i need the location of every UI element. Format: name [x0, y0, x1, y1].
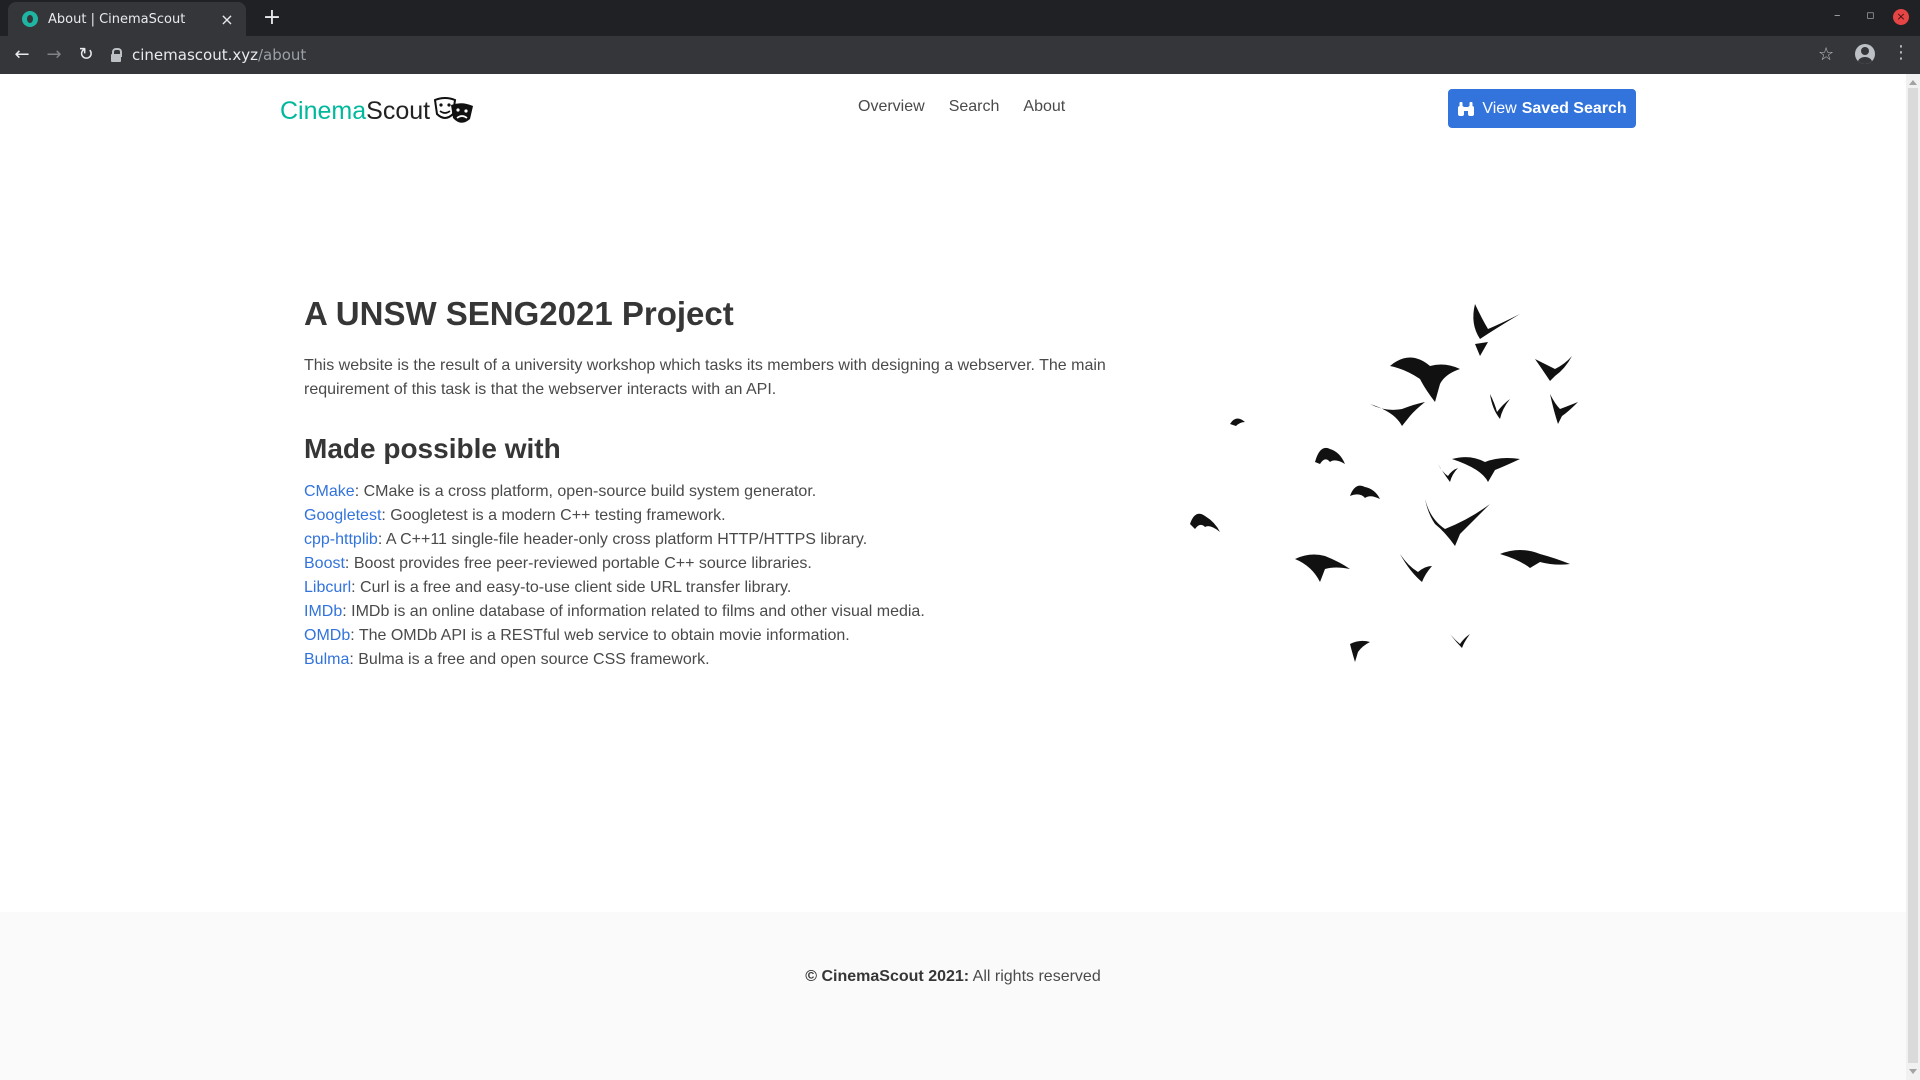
reload-icon[interactable]: ↻: [74, 44, 98, 65]
intro-paragraph: This website is the result of a universi…: [304, 357, 1106, 398]
footer-copyright: © CinemaScout 2021:: [805, 968, 970, 985]
url-path: /about: [257, 46, 307, 64]
library-desc: : CMake is a cross platform, open-source…: [354, 483, 817, 500]
brand-name-cinema: Cinema: [280, 96, 367, 125]
page-scrollbar[interactable]: [1906, 74, 1920, 1080]
plus-icon[interactable]: +: [260, 5, 284, 30]
list-item: Boost: Boost provides free peer-reviewed…: [304, 552, 1124, 576]
library-desc: : Googletest is a modern C++ testing fra…: [381, 507, 726, 524]
site-footer: © CinemaScout 2021: All rights reserved: [0, 912, 1906, 1080]
library-list: CMake: CMake is a cross platform, open-s…: [304, 480, 1124, 672]
theater-masks-icon: [433, 97, 474, 123]
library-link-googletest[interactable]: Googletest: [304, 507, 381, 524]
scroll-up-icon[interactable]: [1909, 80, 1917, 85]
list-item: OMDb: The OMDb API is a RESTful web serv…: [304, 624, 1124, 648]
library-desc: : IMDb is an online database of informat…: [342, 603, 925, 620]
list-item: cpp-httplib: A C++11 single-file header-…: [304, 528, 1124, 552]
browser-tab-strip: About | CinemaScout × + – ▫ ×: [0, 0, 1920, 36]
star-icon[interactable]: ☆: [1818, 44, 1834, 65]
nav-overview[interactable]: Overview: [858, 98, 925, 116]
url-host: cinemascout.xyz: [132, 46, 258, 64]
minimize-icon[interactable]: –: [1834, 8, 1841, 23]
list-item: Libcurl: Curl is a free and easy-to-use …: [304, 576, 1124, 600]
favicon-icon: [22, 11, 38, 27]
page-title: A UNSW SENG2021 Project: [304, 295, 734, 332]
brand-logo[interactable]: Cinema Scout: [280, 96, 475, 126]
list-item: CMake: CMake is a cross platform, open-s…: [304, 480, 1124, 504]
view-saved-search-button[interactable]: View Saved Search: [1448, 89, 1636, 128]
library-desc: : A C++11 single-file header-only cross …: [377, 531, 868, 548]
browser-tab-active[interactable]: About | CinemaScout ×: [8, 2, 246, 36]
nav-about[interactable]: About: [1023, 98, 1065, 116]
scroll-thumb[interactable]: [1908, 88, 1918, 1063]
page-viewport: Cinema Scout Overview Search About View …: [0, 74, 1906, 1080]
library-link-omdb[interactable]: OMDb: [304, 627, 350, 644]
birds-illustration: [1190, 304, 1578, 662]
library-link-cmake[interactable]: CMake: [304, 483, 355, 500]
window-close-icon[interactable]: ×: [1893, 9, 1909, 25]
nav-search[interactable]: Search: [949, 98, 1000, 116]
close-icon[interactable]: ×: [218, 10, 236, 29]
tab-title: About | CinemaScout: [48, 11, 186, 27]
binoculars-icon: [1458, 101, 1475, 116]
forward-icon[interactable]: →: [42, 44, 66, 65]
library-desc: : Boost provides free peer-reviewed port…: [344, 555, 812, 572]
lock-icon: [110, 48, 122, 62]
library-link-bulma[interactable]: Bulma: [304, 651, 349, 668]
brand-name-scout: Scout: [366, 96, 431, 125]
site-navbar: Cinema Scout Overview Search About View …: [0, 74, 1906, 144]
library-link-libcurl[interactable]: Libcurl: [304, 579, 351, 596]
cta-label-bold: Saved Search: [1521, 99, 1627, 117]
library-link-boost[interactable]: Boost: [304, 555, 345, 572]
profile-icon[interactable]: [1855, 44, 1875, 64]
library-link-cpp-httplib[interactable]: cpp-httplib: [304, 531, 378, 548]
list-item: IMDb: IMDb is an online database of info…: [304, 600, 1124, 624]
cta-label-regular: View: [1482, 99, 1517, 117]
footer-text: © CinemaScout 2021: All rights reserved: [0, 968, 1906, 986]
library-link-imdb[interactable]: IMDb: [304, 603, 342, 620]
list-item: Bulma: Bulma is a free and open source C…: [304, 648, 1124, 672]
menu-icon[interactable]: ⋮: [1892, 42, 1910, 63]
scroll-down-icon[interactable]: [1909, 1069, 1917, 1074]
footer-rights: All rights reserved: [969, 968, 1101, 985]
address-bar[interactable]: cinemascout.xyz/about: [110, 41, 1810, 69]
library-desc: : Curl is a free and easy-to-use client …: [351, 579, 792, 596]
main-nav: Overview Search About: [858, 98, 1065, 116]
library-desc: : The OMDb API is a RESTful web service …: [350, 627, 850, 644]
restore-icon[interactable]: ▫: [1866, 8, 1875, 23]
about-content: A UNSW SENG2021 Project This website is …: [304, 294, 1124, 672]
list-item: Googletest: Googletest is a modern C++ t…: [304, 504, 1124, 528]
back-icon[interactable]: ←: [10, 44, 34, 65]
browser-toolbar: ← → ↻ cinemascout.xyz/about ☆ ⋮: [0, 36, 1920, 74]
library-desc: : Bulma is a free and open source CSS fr…: [349, 651, 710, 668]
section-title: Made possible with: [304, 433, 561, 464]
